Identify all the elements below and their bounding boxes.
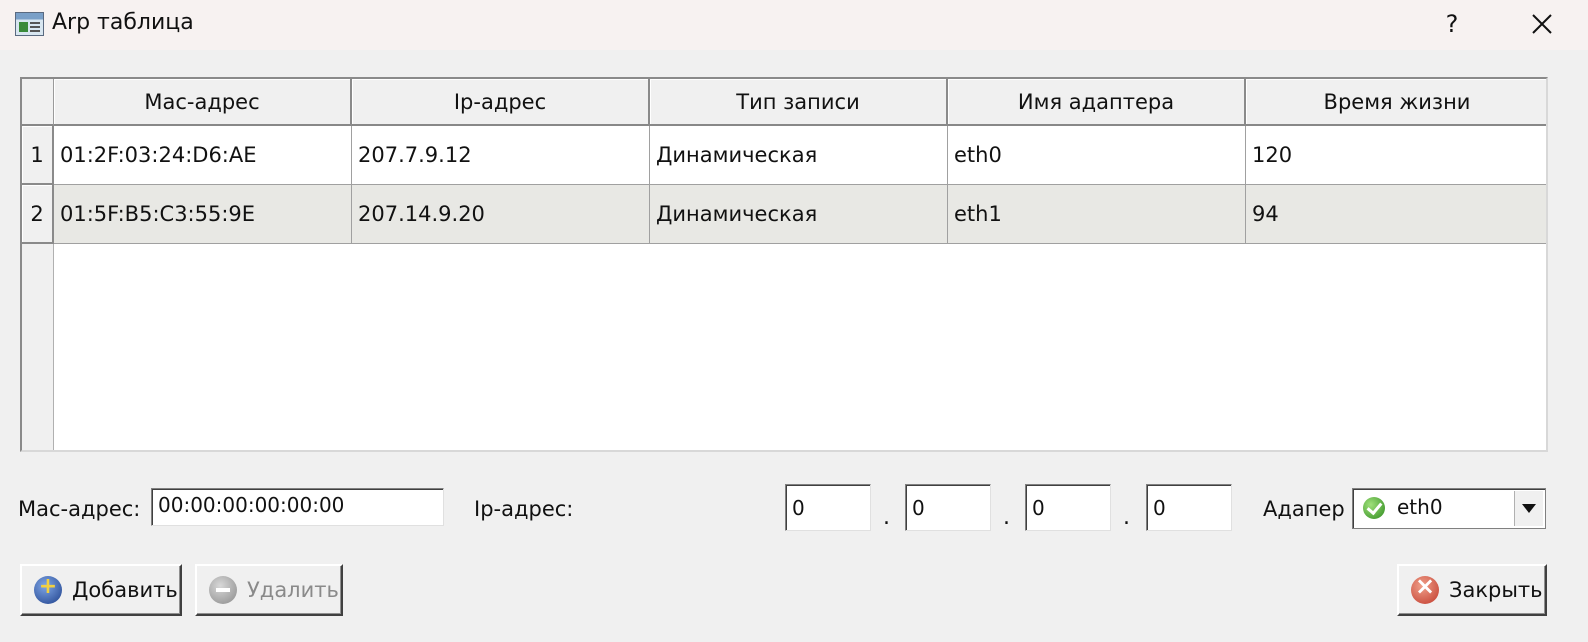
ip-dot: . <box>1123 505 1130 530</box>
cross-circle-icon <box>1411 572 1439 604</box>
close-icon <box>1532 14 1552 34</box>
table-cell-ip[interactable]: 207.7.9.12 <box>352 126 650 185</box>
ip-label: Ip-адрес: <box>474 497 574 521</box>
minus-circle-icon <box>209 576 237 604</box>
table-cell-adapter[interactable]: eth0 <box>948 126 1246 185</box>
column-header-type[interactable]: Тип записи <box>650 79 948 126</box>
table-cell-ttl[interactable]: 94 <box>1246 185 1546 244</box>
remove-button[interactable]: Удалить <box>195 564 343 616</box>
table-corner-button[interactable] <box>22 79 54 126</box>
table-cell-mac[interactable]: 01:5F:B5:C3:55:9E <box>54 185 352 244</box>
check-circle-icon <box>1363 497 1385 519</box>
table-cell-adapter[interactable]: eth1 <box>948 185 1246 244</box>
window-close-button[interactable] <box>1514 0 1570 48</box>
remove-button-label: Удалить <box>247 578 339 602</box>
column-header-adapter[interactable]: Имя адаптера <box>948 79 1246 126</box>
column-header-mac[interactable]: Mac-адрес <box>54 79 352 126</box>
add-button-label: Добавить <box>72 578 178 602</box>
add-button[interactable]: Добавить <box>20 564 182 616</box>
mac-label: Mac-адрес: <box>18 497 141 521</box>
column-header-ip[interactable]: Ip-адрес <box>352 79 650 126</box>
adapter-select[interactable]: eth0 <box>1352 488 1546 529</box>
row-number[interactable]: 2 <box>22 185 54 244</box>
table-cell-ttl[interactable]: 120 <box>1246 126 1546 185</box>
chevron-down-icon[interactable] <box>1514 491 1543 526</box>
ip-octet-2-input[interactable]: 0 <box>905 484 991 531</box>
table-cell-mac[interactable]: 01:2F:03:24:D6:AE <box>54 126 352 185</box>
adapter-label: Адапер <box>1263 497 1345 521</box>
table-header: Mac-адрес Ip-адрес Тип записи Имя адапте… <box>54 79 1546 126</box>
row-number[interactable]: 1 <box>22 126 54 185</box>
adapter-selected-value: eth0 <box>1397 495 1443 519</box>
window-title: Arp таблица <box>52 10 194 35</box>
table-row[interactable]: 1 01:2F:03:24:D6:AE 207.7.9.12 Динамичес… <box>22 126 1546 185</box>
plus-circle-icon <box>34 574 62 604</box>
table-cell-type[interactable]: Динамическая <box>650 126 948 185</box>
mac-input[interactable]: 00:00:00:00:00:00 <box>151 488 444 526</box>
close-button[interactable]: Закрыть <box>1397 564 1547 616</box>
arp-table[interactable]: Mac-адрес Ip-адрес Тип записи Имя адапте… <box>20 77 1548 452</box>
help-button[interactable]: ? <box>1424 0 1480 48</box>
table-cell-type[interactable]: Динамическая <box>650 185 948 244</box>
close-button-label: Закрыть <box>1449 578 1543 602</box>
ip-octet-4-input[interactable]: 0 <box>1146 484 1232 531</box>
ip-dot: . <box>1003 505 1010 530</box>
app-table-icon <box>15 12 44 36</box>
help-icon: ? <box>1445 10 1459 38</box>
table-row[interactable]: 2 01:5F:B5:C3:55:9E 207.14.9.20 Динамиче… <box>22 185 1546 244</box>
ip-dot: . <box>883 505 890 530</box>
table-cell-ip[interactable]: 207.14.9.20 <box>352 185 650 244</box>
column-header-ttl[interactable]: Время жизни <box>1246 79 1546 126</box>
title-bar: Arp таблица ? <box>0 0 1588 50</box>
ip-octet-3-input[interactable]: 0 <box>1025 484 1111 531</box>
ip-octet-1-input[interactable]: 0 <box>785 484 871 531</box>
